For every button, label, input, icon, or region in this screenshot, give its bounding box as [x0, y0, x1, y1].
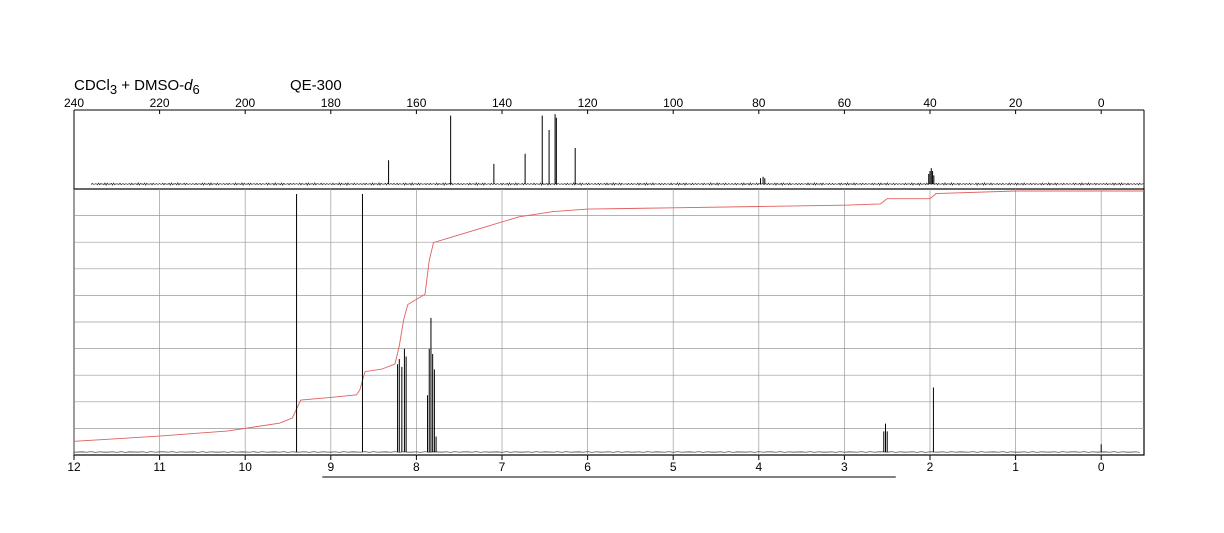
- c13-tick-label: 0: [1098, 96, 1105, 110]
- h1-tick-label: 8: [413, 460, 420, 474]
- instrument-label: QE-300: [290, 77, 342, 94]
- h1-tick-label: 3: [841, 460, 848, 474]
- c13-tick-label: 220: [150, 96, 170, 110]
- h1-spectrum-panel: 12 11 10 9 8 7 6 5 4 3 2 1 0: [67, 188, 1145, 478]
- c13-tick-label: 20: [1009, 96, 1023, 110]
- solvent-label: CDCl3 + DMSO-d6: [74, 77, 200, 97]
- h1-tick-label: 12: [67, 460, 81, 474]
- h1-tick-label: 9: [327, 460, 334, 474]
- c13-tick-label: 40: [923, 96, 937, 110]
- h1-tick-label: 6: [584, 460, 591, 474]
- h1-tick-label: 1: [1012, 460, 1019, 474]
- c13-tick-label: 60: [838, 96, 852, 110]
- h1-tick-label: 11: [153, 460, 166, 474]
- h1-tick-label: 5: [670, 460, 677, 474]
- h1-tick-label: 10: [239, 460, 253, 474]
- c13-tick-label: 120: [578, 96, 598, 110]
- c13-tick-label: 180: [321, 96, 341, 110]
- c13-tick-label: 80: [752, 96, 766, 110]
- c13-tick-label: 140: [492, 96, 512, 110]
- c13-tick-label: 100: [663, 96, 683, 110]
- h1-tick-label: 4: [755, 460, 762, 474]
- c13-tick-label: 200: [235, 96, 255, 110]
- h1-integral-curve: [73, 190, 1144, 442]
- h1-tick-label: 0: [1098, 460, 1105, 474]
- c13-tick-label: 240: [64, 96, 84, 110]
- h1-tick-label: 2: [927, 460, 934, 474]
- h1-tick-label: 7: [499, 460, 506, 474]
- h1-baseline: [73, 451, 1140, 453]
- nmr-figure: CDCl3 + DMSO-d6 QE-300 240 220 200 180 160 14…: [0, 0, 1224, 528]
- c13-spectrum-panel: 240 220 200 180 160 140 120 100 80 60 40 20 0: [64, 96, 1145, 189]
- c13-tick-label: 160: [406, 96, 426, 110]
- c13-baseline: [90, 182, 1144, 186]
